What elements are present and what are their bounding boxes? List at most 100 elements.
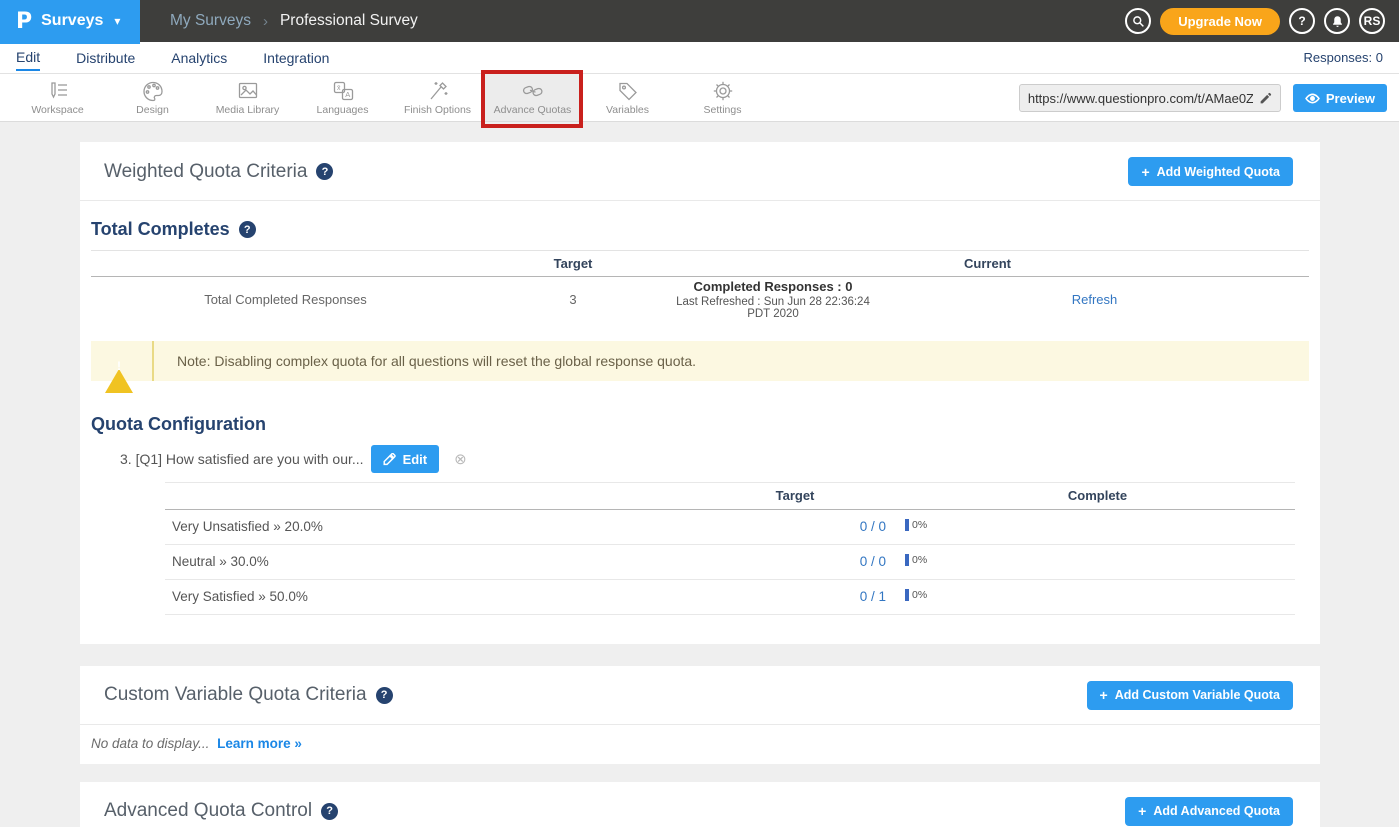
- tag-icon: [616, 80, 640, 102]
- last-refreshed-timestamp: Last Refreshed : Sun Jun 28 22:36:24 PDT…: [666, 296, 880, 320]
- table-row: Total Completed Responses 3 Completed Re…: [91, 277, 1309, 323]
- custom-variable-quota-header: Custom Variable Quota Criteria ? + Add C…: [80, 666, 1320, 724]
- toolbar-item-settings[interactable]: Settings: [675, 74, 770, 121]
- help-icon: ?: [1298, 14, 1305, 28]
- toolbar-item-languages[interactable]: x̄A Languages: [295, 74, 390, 121]
- table-row: Very Unsatisfied » 20.0% 0 / 0 0%: [165, 509, 1295, 544]
- survey-nav: Edit Distribute Analytics Integration Re…: [0, 42, 1399, 74]
- progress-percent: 0%: [912, 589, 927, 601]
- help-icon[interactable]: ?: [376, 687, 393, 704]
- help-icon[interactable]: ?: [321, 803, 338, 820]
- tab-analytics[interactable]: Analytics: [171, 45, 227, 70]
- quota-option-label: Very Satisfied » 50.0%: [165, 579, 690, 614]
- question-label: 3. [Q1] How satisfied are you with our..…: [120, 451, 364, 467]
- target-column-header: Target: [480, 251, 666, 277]
- custom-variable-quota-card: Custom Variable Quota Criteria ? + Add C…: [80, 666, 1320, 764]
- total-completes-table: Target Current Total Completed Responses…: [91, 250, 1309, 323]
- row-label: Total Completed Responses: [91, 277, 480, 323]
- breadcrumb: My Surveys › Professional Survey: [170, 12, 418, 30]
- toolbar-item-workspace[interactable]: Workspace: [10, 74, 105, 121]
- edit-toolbar: Workspace Design Media Library x̄A Langu…: [0, 74, 1399, 122]
- current-column-header: Current: [666, 251, 1309, 277]
- workspace-icon: [46, 80, 70, 102]
- progress-bar: [905, 554, 909, 566]
- progress-percent: 0%: [912, 519, 927, 531]
- table-row: Neutral » 30.0% 0 / 0 0%: [165, 544, 1295, 579]
- survey-url-input[interactable]: [1028, 91, 1253, 106]
- custom-variable-quota-title: Custom Variable Quota Criteria ?: [104, 684, 393, 706]
- quota-question-row: 3. [Q1] How satisfied are you with our..…: [120, 445, 1320, 474]
- quota-target-value[interactable]: 0 / 0: [860, 554, 886, 569]
- add-advanced-quota-button[interactable]: + Add Advanced Quota: [1125, 797, 1293, 826]
- advanced-quota-card: Advanced Quota Control ? + Add Advanced …: [80, 782, 1320, 827]
- preview-button[interactable]: Preview: [1293, 84, 1387, 112]
- topbar-actions: Upgrade Now ? RS: [1125, 8, 1399, 35]
- magic-wand-icon: [426, 80, 450, 102]
- avatar[interactable]: RS: [1359, 8, 1385, 34]
- quota-target-value[interactable]: 0 / 1: [860, 589, 886, 604]
- toolbar-item-media-library[interactable]: Media Library: [200, 74, 295, 121]
- palette-icon: [141, 80, 165, 102]
- learn-more-link[interactable]: Learn more »: [217, 736, 302, 751]
- remove-question-icon[interactable]: ⊗: [454, 450, 467, 468]
- complete-column-header: Complete: [900, 482, 1295, 509]
- tab-distribute[interactable]: Distribute: [76, 45, 135, 70]
- refresh-link[interactable]: Refresh: [1072, 292, 1118, 307]
- table-row: Very Satisfied » 50.0% 0 / 1 0%: [165, 579, 1295, 614]
- translate-icon: x̄A: [331, 80, 355, 102]
- toolbar-item-label: Advance Quotas: [494, 104, 572, 116]
- quota-option-label: Neutral » 30.0%: [165, 544, 690, 579]
- survey-url-box: [1019, 84, 1281, 112]
- search-icon: [1132, 15, 1145, 28]
- breadcrumb-parent[interactable]: My Surveys: [170, 12, 251, 30]
- total-completes-title: Total Completes ?: [91, 219, 1320, 240]
- progress-bar: [905, 519, 909, 531]
- search-button[interactable]: [1125, 8, 1151, 34]
- advanced-quota-title: Advanced Quota Control ?: [104, 800, 338, 822]
- image-icon: [236, 80, 260, 102]
- toolbar-item-label: Finish Options: [404, 104, 471, 116]
- notifications-button[interactable]: [1324, 8, 1350, 34]
- no-data-text: No data to display...: [91, 736, 209, 751]
- empty-header-cell: [165, 482, 690, 509]
- app-menu-label: Surveys: [41, 12, 103, 30]
- empty-header-cell: [91, 251, 480, 277]
- tab-edit[interactable]: Edit: [16, 44, 40, 71]
- completed-responses-value: Completed Responses : 0: [666, 279, 880, 294]
- avatar-initials: RS: [1364, 14, 1381, 28]
- target-value: 3: [480, 277, 666, 323]
- toolbar-item-finish-options[interactable]: Finish Options: [390, 74, 485, 121]
- chevron-down-icon: ▾: [114, 14, 120, 28]
- add-custom-variable-quota-button[interactable]: + Add Custom Variable Quota: [1087, 681, 1294, 710]
- breadcrumb-separator-icon: ›: [263, 13, 268, 30]
- help-button[interactable]: ?: [1289, 8, 1315, 34]
- toolbar-item-design[interactable]: Design: [105, 74, 200, 121]
- app-menu[interactable]: P Surveys ▾: [0, 0, 140, 42]
- help-icon[interactable]: ?: [239, 221, 256, 238]
- add-weighted-quota-button[interactable]: + Add Weighted Quota: [1128, 157, 1293, 186]
- plus-icon: +: [1138, 803, 1146, 819]
- weighted-quota-title: Weighted Quota Criteria ?: [104, 161, 333, 183]
- help-icon[interactable]: ?: [316, 163, 333, 180]
- plus-icon: +: [1141, 164, 1149, 180]
- gear-icon: [711, 80, 735, 102]
- note-banner: ! Note: Disabling complex quota for all …: [91, 341, 1309, 381]
- questionpro-logo-icon: P: [16, 9, 32, 34]
- quota-target-value[interactable]: 0 / 0: [860, 519, 886, 534]
- empty-state: No data to display... Learn more »: [80, 725, 1320, 764]
- tab-integration[interactable]: Integration: [263, 45, 329, 70]
- toolbar-right: Preview: [1019, 84, 1387, 112]
- quota-option-label: Very Unsatisfied » 20.0%: [165, 509, 690, 544]
- pencil-icon[interactable]: [1259, 92, 1272, 105]
- toolbar-item-advance-quotas[interactable]: Advance Quotas: [485, 74, 580, 121]
- toolbar-item-label: Workspace: [31, 104, 83, 116]
- note-text: Note: Disabling complex quota for all qu…: [177, 353, 696, 369]
- toolbar-item-variables[interactable]: Variables: [580, 74, 675, 121]
- responses-count: Responses: 0: [1304, 50, 1399, 65]
- edit-question-button[interactable]: Edit: [371, 445, 440, 473]
- warning-icon: !: [105, 352, 133, 370]
- upgrade-now-button[interactable]: Upgrade Now: [1160, 8, 1280, 35]
- toolbar-item-label: Design: [136, 104, 169, 116]
- toolbar-item-label: Settings: [704, 104, 742, 116]
- bell-icon: [1331, 15, 1344, 28]
